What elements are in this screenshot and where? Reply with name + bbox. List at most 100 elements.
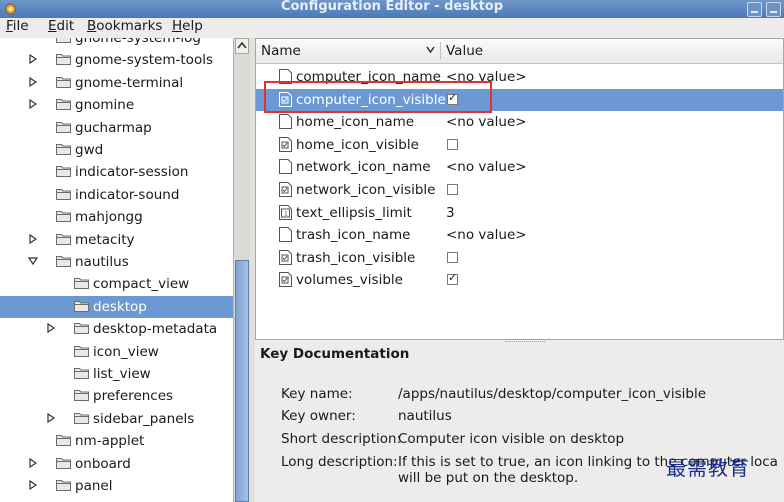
minimize-button[interactable] xyxy=(747,2,762,17)
tree-item[interactable]: indicator-session xyxy=(0,161,233,183)
tree-scrollbar[interactable] xyxy=(233,38,250,502)
value-checkbox[interactable] xyxy=(447,138,458,150)
key-value[interactable]: <no value> xyxy=(446,159,527,175)
folder-icon xyxy=(74,345,89,357)
tree-item[interactable]: metacity xyxy=(0,229,233,251)
tree-item[interactable]: gnomine xyxy=(0,94,233,116)
key-name: home_icon_name xyxy=(296,114,415,131)
menu-edit[interactable]: Edit xyxy=(48,18,74,34)
table-row[interactable]: home_icon_name <no value> xyxy=(256,111,783,133)
key-name: trash_icon_visible xyxy=(296,249,416,266)
directory-tree[interactable]: gnome-system-log gnome-system-tools gnome-… xyxy=(0,38,233,502)
tree-item-label: sidebar_panels xyxy=(93,410,195,427)
tree-item-label: nautilus xyxy=(75,254,129,270)
expander-closed-icon[interactable] xyxy=(46,412,56,423)
tree-item[interactable]: gnome-terminal xyxy=(0,72,233,94)
tree-item[interactable]: sidebar_panels xyxy=(0,408,233,430)
tree-item-label: metacity xyxy=(75,231,135,248)
folder-icon xyxy=(56,435,71,447)
tree-item-label: desktop-metadata xyxy=(93,321,218,338)
key-value[interactable]: <no value> xyxy=(446,114,527,130)
tree-item[interactable]: list_view xyxy=(0,363,233,385)
key-name: network_icon_name xyxy=(296,159,431,176)
expander-closed-icon[interactable] xyxy=(28,99,38,110)
table-row[interactable]: network_icon_name <no value> xyxy=(256,156,783,178)
menu-bookmarks[interactable]: Bookmarks xyxy=(87,18,162,34)
tree-item-label: icon_view xyxy=(93,343,159,360)
column-name-header[interactable]: Name xyxy=(261,43,301,59)
scroll-up-button[interactable] xyxy=(235,38,249,54)
folder-icon xyxy=(56,144,71,155)
expander-closed-icon[interactable] xyxy=(28,480,38,490)
arrow-up-icon xyxy=(237,41,247,49)
key-name-value: /apps/nautilus/desktop/computer_icon_vis… xyxy=(398,386,707,402)
window-title: Configuration Editor - desktop xyxy=(280,0,504,14)
table-row[interactable]: network_icon_visible xyxy=(256,179,783,201)
tree-item[interactable]: desktop xyxy=(0,295,233,318)
table-row[interactable]: home_icon_visible xyxy=(256,134,783,156)
folder-icon xyxy=(56,99,71,111)
value-checkbox[interactable] xyxy=(447,184,458,195)
tree-item[interactable]: onboard xyxy=(0,453,233,475)
tree-item[interactable]: panel xyxy=(0,475,233,497)
expander-open-icon[interactable] xyxy=(28,256,38,266)
column-value-header[interactable]: Value xyxy=(446,43,483,59)
tree-item[interactable]: preferences xyxy=(0,385,233,407)
value-checkbox[interactable] xyxy=(447,251,458,263)
tree-item-label: gucharmap xyxy=(75,119,152,136)
pane-resize-handle[interactable] xyxy=(505,341,545,344)
folder-icon xyxy=(74,390,89,402)
tree-item[interactable]: compact_view xyxy=(0,273,233,295)
expander-closed-icon[interactable] xyxy=(28,457,38,468)
tree-item[interactable]: gnome-system-log xyxy=(0,38,233,49)
table-row[interactable]: 1 text_ellipsis_limit 3 xyxy=(256,202,783,224)
key-value[interactable]: 3 xyxy=(446,205,455,221)
tree-item[interactable]: nm-applet xyxy=(0,430,233,452)
folder-icon xyxy=(56,121,71,133)
value-checkbox[interactable] xyxy=(447,271,458,286)
string-key-icon xyxy=(279,114,292,130)
table-row[interactable]: volumes_visible xyxy=(256,269,783,291)
long-description-line2: will be put on the desktop. xyxy=(398,470,579,486)
tree-item[interactable]: mahjongg xyxy=(0,206,233,228)
tree-item[interactable]: desktop-metadata xyxy=(0,318,233,340)
sort-down-icon[interactable] xyxy=(426,46,435,53)
tree-item[interactable]: indicator-sound xyxy=(0,184,233,206)
tree-item-label: gnome-terminal xyxy=(75,74,184,91)
expander-closed-icon[interactable] xyxy=(28,54,38,65)
tree-item[interactable]: gucharmap xyxy=(0,117,233,139)
tree-item-label: nm-applet xyxy=(75,433,145,450)
tree-item-label: mahjongg xyxy=(75,209,143,226)
scroll-thumb[interactable] xyxy=(235,260,249,502)
folder-icon xyxy=(74,278,89,290)
expander-closed-icon[interactable] xyxy=(28,233,38,244)
folder-icon xyxy=(56,480,71,491)
title-bar: Configuration Editor - desktop xyxy=(0,0,784,18)
tree-item[interactable]: gnome-system-tools xyxy=(0,49,233,71)
key-name-label: Key name: xyxy=(281,386,353,402)
folder-icon xyxy=(74,323,89,335)
folder-icon xyxy=(56,211,71,223)
key-value[interactable]: <no value> xyxy=(446,227,527,243)
table-row[interactable]: trash_icon_name <no value> xyxy=(256,224,783,246)
integer-key-icon: 1 xyxy=(279,204,292,220)
folder-icon xyxy=(56,166,71,178)
tree-item-label: indicator-session xyxy=(75,164,189,181)
tree-item-label: gnomine xyxy=(75,97,135,114)
doc-title: Key Documentation xyxy=(260,346,410,362)
menu-help[interactable]: Help xyxy=(172,18,203,34)
maximize-button[interactable] xyxy=(766,2,781,17)
tree-item-label: gnome-system-tools xyxy=(75,52,213,69)
boolean-key-icon xyxy=(279,272,292,288)
tree-item[interactable]: icon_view xyxy=(0,341,233,363)
expander-closed-icon[interactable] xyxy=(28,76,38,87)
boolean-key-icon xyxy=(279,249,292,265)
table-row[interactable]: trash_icon_visible xyxy=(256,247,783,269)
column-separator xyxy=(440,42,441,59)
long-description-label: Long description: xyxy=(281,454,398,470)
folder-icon xyxy=(56,54,71,66)
tree-item[interactable]: nautilus xyxy=(0,251,233,273)
menu-file[interactable]: File xyxy=(6,18,29,34)
expander-closed-icon[interactable] xyxy=(46,323,56,334)
tree-item[interactable]: gwd xyxy=(0,139,233,161)
